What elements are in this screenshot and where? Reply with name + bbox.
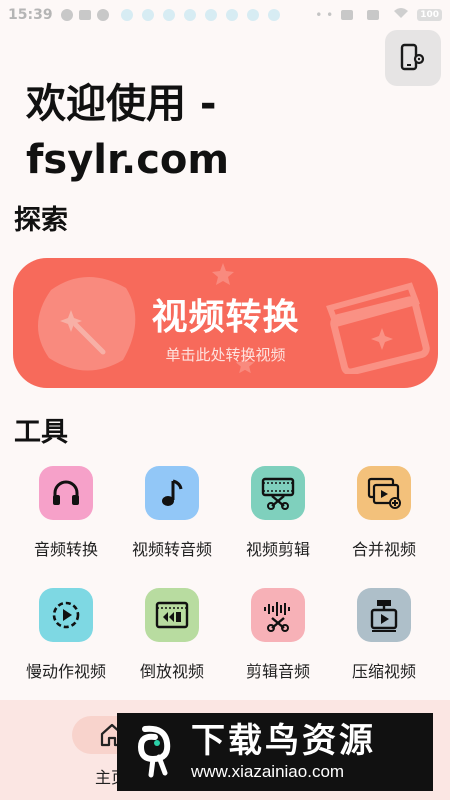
tools-section-title: 工具: [14, 417, 68, 448]
tool-label: 慢动作视频: [25, 662, 106, 681]
battery-icon: 100: [417, 9, 442, 21]
tool-label: 视频转音频: [131, 540, 212, 559]
watermark-banner: 下载鸟资源 www.xiazainiao.com: [117, 713, 433, 791]
compress-video-icon: [357, 588, 411, 642]
reverse-video-icon: [145, 588, 199, 642]
tool-label: 剪辑音频: [245, 662, 310, 681]
tool-compress-video[interactable]: 压缩视频: [329, 588, 439, 682]
tool-label: 合并视频: [351, 540, 416, 559]
film-scissors-icon: [251, 466, 305, 520]
tool-video-to-audio[interactable]: 视频转音频: [117, 466, 227, 560]
status-bar: 15:39 • • 100: [0, 0, 450, 30]
explore-section-title: 探索: [14, 205, 68, 236]
wifi-icon: [393, 7, 409, 23]
banner-subtitle: 单击此处转换视频: [165, 346, 286, 364]
phone-settings-icon: [400, 43, 425, 71]
game-icon: [78, 10, 91, 20]
tool-reverse-video[interactable]: 倒放视频: [117, 588, 227, 682]
tool-audio-convert[interactable]: 音频转换: [11, 466, 121, 560]
notification-dots: [120, 9, 280, 21]
merge-video-icon: [357, 466, 411, 520]
banner-title: 视频转换: [151, 297, 300, 338]
music-note-icon: [145, 466, 199, 520]
headphones-icon: [39, 466, 93, 520]
welcome-line-2: fsylr.com: [26, 137, 230, 183]
welcome-line-1: 欢迎使用 -: [26, 81, 217, 127]
tool-audio-clip[interactable]: 剪辑音频: [223, 588, 333, 682]
tool-video-clip[interactable]: 视频剪辑: [223, 466, 333, 560]
status-time: 15:39: [8, 7, 53, 23]
tool-merge-video[interactable]: 合并视频: [329, 466, 439, 560]
watermark-title: 下载鸟资源: [191, 721, 376, 761]
more-icon: • •: [315, 8, 334, 22]
tool-slow-motion[interactable]: 慢动作视频: [11, 588, 121, 682]
notification-icon: [60, 9, 73, 21]
slow-motion-icon: [39, 588, 93, 642]
tool-label: 视频剪辑: [245, 540, 310, 559]
star-icon: [212, 263, 234, 285]
device-settings-button[interactable]: [385, 30, 441, 86]
welcome-heading: 欢迎使用 - fsylr.com: [26, 76, 306, 188]
video-convert-banner[interactable]: 视频转换 单击此处转换视频: [13, 258, 438, 388]
clipboard-icon: [367, 10, 380, 20]
alarm-icon: [341, 10, 354, 20]
audio-scissors-icon: [251, 588, 305, 642]
tool-label: 音频转换: [33, 540, 98, 559]
sync-icon: [96, 9, 109, 21]
tool-label: 压缩视频: [351, 662, 416, 681]
tool-label: 倒放视频: [139, 662, 204, 681]
bird-logo-icon: [135, 725, 175, 779]
watermark-url: www.xiazainiao.com: [191, 762, 345, 781]
